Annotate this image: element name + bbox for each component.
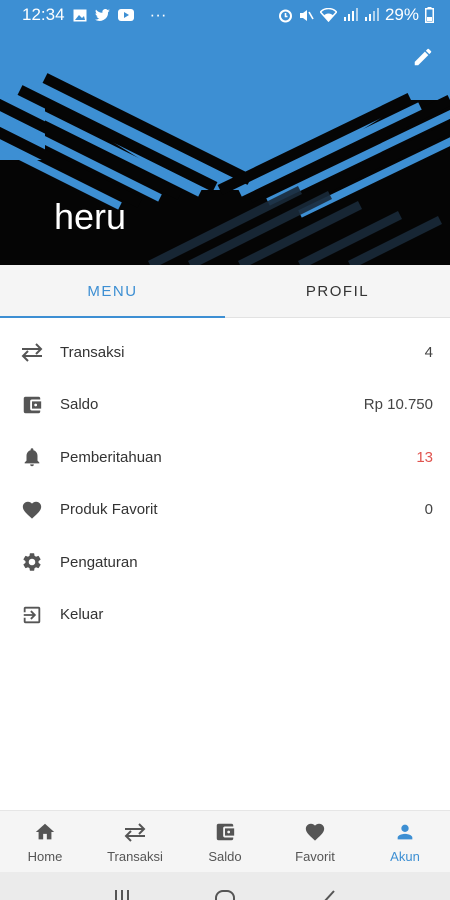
nav-transaksi[interactable]: Transaksi [90,811,180,872]
swap-arrows-icon [122,819,148,845]
menu-item-label: Saldo [60,396,99,414]
pencil-icon [414,48,432,66]
menu-item-transaksi[interactable]: Transaksi 4 [0,326,450,379]
menu-item-keluar[interactable]: Keluar [0,589,450,642]
profile-tabs: MENU PROFIL [0,265,450,318]
menu-item-notification-count: 13 [416,448,433,466]
bottom-navigation: Home Transaksi Saldo Favorit Akun [0,810,450,872]
bell-icon [18,443,46,471]
username: heru [54,196,127,237]
menu-item-label: Transaksi [60,343,125,361]
menu-item-label: Pengaturan [60,553,138,571]
swap-arrows-icon [18,338,46,366]
menu-item-pengaturan[interactable]: Pengaturan [0,536,450,589]
nav-home[interactable]: Home [0,811,90,872]
youtube-notification-icon [117,9,134,21]
tab-profil[interactable]: PROFIL [225,265,450,317]
system-home-button[interactable] [210,872,240,900]
nav-label: Akun [390,849,420,864]
nav-label: Transaksi [107,849,163,864]
nav-label: Home [27,849,63,864]
battery-icon [425,7,434,23]
person-icon [394,819,416,845]
heart-icon [303,819,327,845]
battery-percent: 29% [384,5,419,24]
alarm-icon [278,8,293,23]
gallery-notification-icon [73,9,87,22]
back-chevron-icon [324,890,336,900]
nav-label: Favorit [295,849,335,864]
menu-item-balance: Rp 10.750 [363,396,433,414]
system-navigation-bar [0,872,450,900]
tab-menu[interactable]: MENU [0,265,225,318]
signal-2-icon [364,8,379,22]
menu-item-label: Produk Favorit [60,501,158,519]
wallet-icon [214,819,236,845]
wifi-icon [319,8,337,22]
more-notifications: ··· [149,5,167,24]
menu-item-label: Keluar [60,606,104,624]
edit-profile-button[interactable] [410,44,436,70]
menu-item-saldo[interactable]: Saldo Rp 10.750 [0,379,450,432]
menu-item-label: Pemberitahuan [60,448,162,466]
signal-icon [343,8,358,22]
recent-apps-icon [114,890,129,900]
circle-home-icon [214,890,235,900]
menu-item-count: 4 [424,343,433,361]
profile-header: 12:34 ··· 29% heru [0,0,450,265]
mute-icon [299,8,314,23]
twitter-notification-icon [94,8,110,22]
menu-item-produk-favorit[interactable]: Produk Favorit 0 [0,484,450,537]
nav-favorit[interactable]: Favorit [270,811,360,872]
wallet-icon [18,391,46,419]
logout-icon [18,601,46,629]
recent-apps-button[interactable] [107,872,137,900]
menu-item-count: 0 [424,501,433,519]
home-icon [33,819,57,845]
back-button[interactable] [313,872,343,900]
account-menu: Transaksi 4 Saldo Rp 10.750 Pemberitahua… [0,326,450,641]
menu-item-pemberitahuan[interactable]: Pemberitahuan 13 [0,431,450,484]
gear-icon [18,548,46,576]
heart-icon [18,496,46,524]
nav-akun[interactable]: Akun [360,811,450,872]
status-bar: 12:34 ··· 29% [0,0,450,30]
nav-saldo[interactable]: Saldo [180,811,270,872]
clock: 12:34 [22,5,65,24]
nav-label: Saldo [208,849,242,864]
